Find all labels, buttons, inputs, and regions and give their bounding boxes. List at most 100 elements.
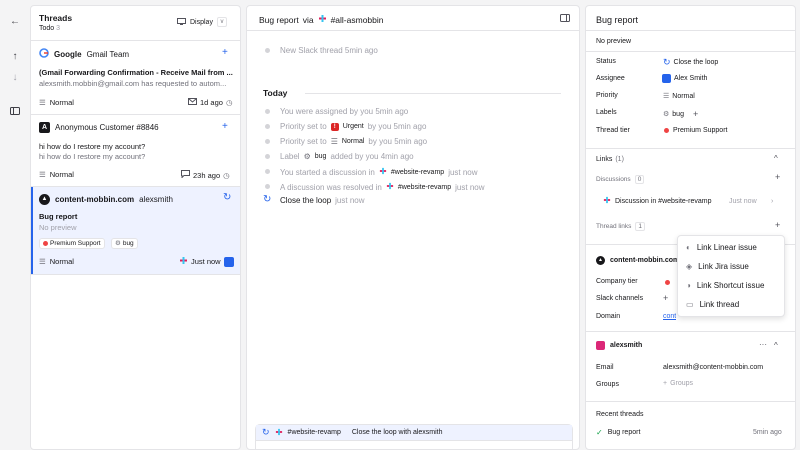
linear-icon: ◐ bbox=[686, 243, 691, 252]
label-badge: ⚙ bug bbox=[111, 238, 138, 249]
urgent-icon: ! bbox=[330, 122, 339, 131]
chevron-up-icon[interactable]: ^ bbox=[774, 341, 778, 350]
priority-value[interactable]: ☰ Normal bbox=[663, 92, 695, 101]
labels-value[interactable]: ⚙ bug + bbox=[663, 109, 698, 119]
chevron-up-icon[interactable]: ^ bbox=[774, 154, 778, 163]
company-header[interactable]: ▲ content-mobbin.com bbox=[596, 256, 679, 265]
groups-value[interactable]: + Groups bbox=[663, 380, 693, 387]
arrow-down-icon[interactable]: ↓ bbox=[7, 69, 23, 85]
refresh-icon: ↻ bbox=[663, 57, 671, 67]
premium-dot-icon bbox=[665, 280, 670, 285]
composer-discussion-bar[interactable]: ↻ #website-revamp Close the loop with al… bbox=[256, 425, 572, 441]
assignee-value[interactable]: Alex Smith bbox=[662, 74, 707, 83]
thread-time: 1d ago bbox=[200, 98, 223, 107]
customer-name: Anonymous Customer #8846 bbox=[55, 123, 159, 132]
refresh-icon: ↻ bbox=[263, 194, 272, 205]
tag-icon: ⚙ bbox=[115, 240, 121, 247]
recent-thread-item[interactable]: ✓ Bug report bbox=[596, 428, 640, 437]
threads-title: Threads bbox=[39, 13, 73, 23]
refresh-icon: ↻ bbox=[262, 427, 270, 437]
link-linear-issue-item[interactable]: ◐ Link Linear issue bbox=[678, 238, 784, 257]
add-label-icon[interactable]: + bbox=[693, 109, 698, 119]
arrow-up-icon[interactable]: ↑ bbox=[7, 48, 23, 64]
timeline-event: A discussion was resolved in #website-re… bbox=[280, 182, 485, 192]
priority-normal-icon: ☰ bbox=[330, 137, 338, 146]
add-thread-link-icon[interactable]: + bbox=[775, 220, 780, 230]
sidebar-toggle-icon[interactable] bbox=[7, 103, 23, 119]
discussion-link[interactable]: Discussion in #website-revamp Just now › bbox=[594, 192, 782, 210]
thread-time: Just now bbox=[191, 257, 221, 266]
link-jira-issue-item[interactable]: ◈ Link Jira issue bbox=[678, 257, 784, 276]
display-button[interactable]: Display v bbox=[177, 17, 227, 27]
chevron-right-icon: › bbox=[771, 197, 774, 205]
assignee-label: Assignee bbox=[596, 75, 625, 82]
timeline-event: Priority set to ! Urgent by you 5min ago bbox=[280, 122, 427, 131]
display-label: Display bbox=[190, 18, 213, 26]
chevron-down-icon[interactable]: v bbox=[216, 17, 227, 27]
domain-value[interactable]: content-mobbin.com bbox=[663, 313, 676, 322]
thread-item[interactable]: A Anonymous Customer #8846 + hi how do I… bbox=[31, 115, 240, 186]
status-value[interactable]: ↻ Close the loop bbox=[663, 57, 718, 68]
thread-links-header: Thread links 1 bbox=[596, 222, 646, 231]
priority-normal-icon: ☰ bbox=[39, 257, 46, 266]
composer-channel: #website-revamp bbox=[287, 429, 341, 436]
thread-icon: ▭ bbox=[686, 300, 694, 309]
customer-header[interactable]: alexsmith bbox=[596, 341, 642, 350]
clock-icon: ◷ bbox=[223, 170, 230, 180]
timeline-event: Label ⚙ bug added by you 4min ago bbox=[280, 152, 414, 161]
threads-panel: Threads Todo 3 Display v Google Gmail Te… bbox=[30, 5, 241, 450]
link-shortcut-issue-item[interactable]: ◑ Link Shortcut issue bbox=[678, 276, 784, 295]
priority-normal-icon: ☰ bbox=[39, 98, 46, 107]
customer-avatar: A bbox=[39, 122, 50, 133]
threads-filter[interactable]: Todo 3 bbox=[39, 25, 60, 32]
priority-label: Normal bbox=[49, 170, 74, 179]
jira-icon: ◈ bbox=[686, 262, 693, 271]
thread-preview: No preview bbox=[39, 223, 77, 232]
link-menu: ◐ Link Linear issue ◈ Link Jira issue ◑ Lin… bbox=[677, 235, 785, 317]
links-header[interactable]: Links (1) bbox=[596, 156, 624, 163]
refresh-icon[interactable]: ↻ bbox=[223, 192, 231, 203]
conversation-panel: Bug report via #all-asmobbin New Slack t… bbox=[246, 5, 580, 450]
composer-text: Close the loop with alexsmith bbox=[351, 429, 443, 436]
company-logo-icon: ▲ bbox=[39, 194, 50, 205]
add-discussion-icon[interactable]: + bbox=[775, 172, 780, 182]
timeline-event: You started a discussion in #website-rev… bbox=[280, 167, 478, 177]
customer-name: Gmail Team bbox=[86, 49, 130, 59]
slack-icon bbox=[179, 256, 188, 267]
company-tier-label: Company tier bbox=[596, 278, 638, 285]
thread-item[interactable]: Google Gmail Team + (Gmail Forwarding Co… bbox=[31, 41, 240, 114]
discussions-header: Discussions 0 bbox=[596, 175, 645, 184]
back-arrow-icon[interactable]: ← bbox=[7, 13, 23, 29]
recent-thread-time: 5min ago bbox=[753, 429, 782, 436]
email-label: Email bbox=[596, 364, 614, 371]
tag-icon: ⚙ bbox=[663, 111, 670, 118]
thread-item-selected[interactable]: ▲ content-mobbin.com alexsmith ↻ Bug rep… bbox=[31, 187, 240, 274]
clock-icon: ◷ bbox=[225, 98, 233, 107]
channel-name[interactable]: #all-asmobbin bbox=[331, 15, 384, 25]
add-channel-icon[interactable]: + bbox=[663, 293, 668, 303]
domain-label: Domain bbox=[596, 313, 621, 320]
thread-subject: (Gmail Forwarding Confirmation - Receive… bbox=[39, 68, 233, 77]
tier-badge: Premium Support bbox=[39, 238, 105, 249]
email-value: alexsmith@content-mobbin.com bbox=[663, 364, 764, 371]
details-panel: Bug report No preview Status ↻ Close the … bbox=[585, 5, 796, 450]
status-label: Status bbox=[596, 58, 616, 65]
company-logo-icon: ▲ bbox=[596, 256, 605, 265]
slack-icon bbox=[275, 428, 283, 438]
details-preview: No preview bbox=[596, 38, 632, 45]
slack-icon bbox=[386, 182, 394, 192]
plus-icon[interactable]: + bbox=[222, 47, 228, 58]
thread-preview: hi how do I restore my account? bbox=[39, 152, 146, 161]
day-divider: Today bbox=[263, 88, 288, 98]
link-thread-item[interactable]: ▭ Link thread bbox=[678, 295, 784, 314]
thread-time: 23h ago bbox=[193, 170, 221, 180]
plus-icon[interactable]: + bbox=[222, 121, 228, 132]
panel-toggle-icon[interactable] bbox=[560, 14, 570, 24]
tag-icon: ⚙ bbox=[303, 152, 311, 161]
tier-value[interactable]: Premium Support bbox=[664, 127, 727, 134]
composer[interactable]: ↻ #website-revamp Close the loop with al… bbox=[255, 424, 573, 449]
more-icon[interactable]: ··· bbox=[759, 340, 767, 349]
shortcut-icon: ◑ bbox=[686, 281, 691, 290]
timeline-event-status: Close the loop just now bbox=[280, 196, 365, 205]
groups-label: Groups bbox=[596, 381, 619, 388]
